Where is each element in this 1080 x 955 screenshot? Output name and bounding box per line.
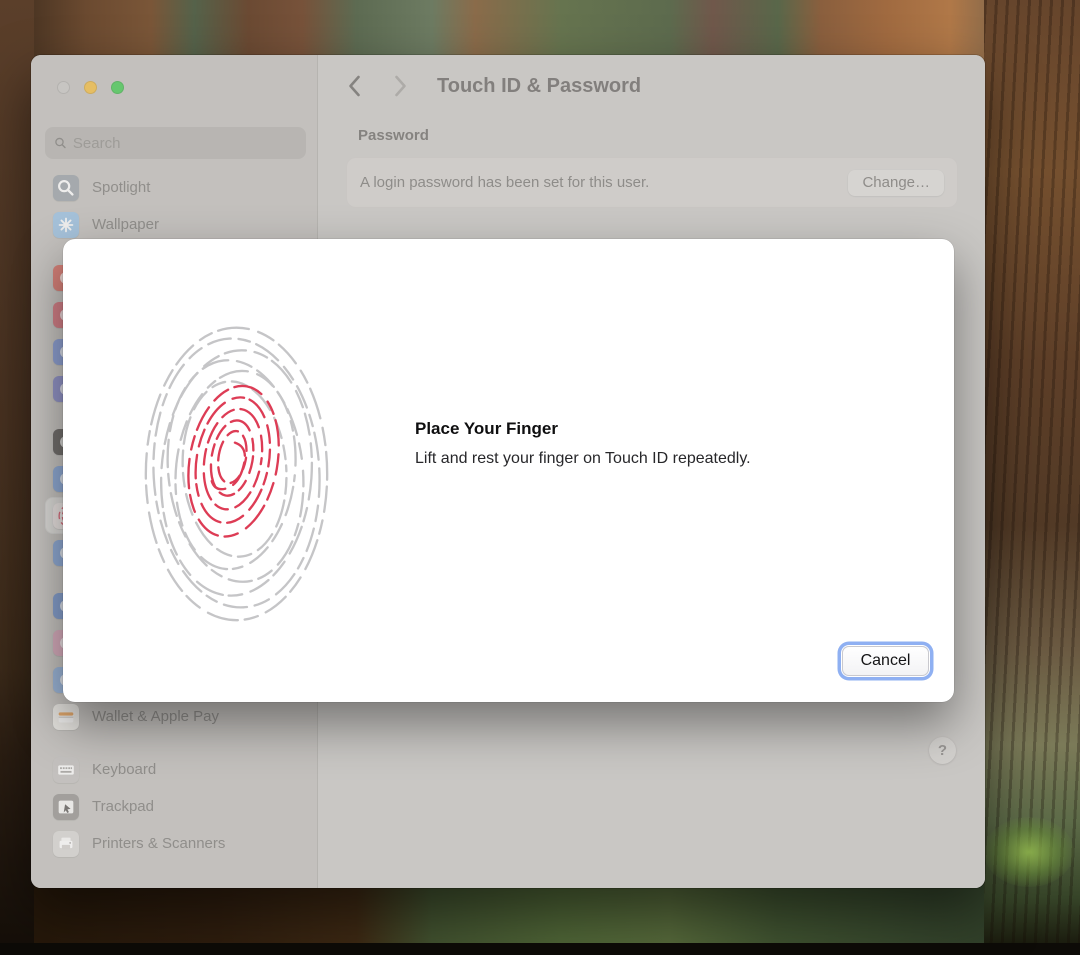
spotlight-icon bbox=[53, 175, 79, 201]
password-section-label: Password bbox=[358, 127, 429, 144]
traffic-lights bbox=[57, 81, 124, 94]
cancel-button[interactable]: Cancel bbox=[842, 646, 929, 676]
wallpaper-fern bbox=[984, 817, 1074, 887]
forward-button[interactable] bbox=[388, 73, 412, 99]
wallet-icon bbox=[53, 704, 79, 730]
search-field[interactable] bbox=[45, 127, 306, 159]
wallpaper-right-trunk bbox=[984, 0, 1080, 955]
fingerprint-enrolled-ridges bbox=[177, 379, 290, 544]
page-title: Touch ID & Password bbox=[437, 75, 641, 98]
help-button[interactable]: ? bbox=[929, 737, 956, 764]
sidebar-item-label: Printers & Scanners bbox=[92, 835, 225, 852]
touch-id-enroll-dialog: Place Your Finger Lift and rest your fin… bbox=[63, 239, 954, 702]
chevron-left-icon bbox=[348, 75, 361, 97]
sidebar-item-trackpad[interactable]: Trackpad bbox=[45, 788, 306, 825]
sidebar-item-wallet[interactable]: Wallet & Apple Pay bbox=[45, 698, 306, 735]
trackpad-icon bbox=[53, 794, 79, 820]
password-status-text: A login password has been set for this u… bbox=[360, 174, 848, 191]
sidebar-item-label: Wallet & Apple Pay bbox=[92, 708, 219, 725]
chevron-right-icon bbox=[394, 75, 407, 97]
keyboard-icon bbox=[53, 757, 79, 783]
sidebar-item-wallpaper[interactable]: Wallpaper bbox=[45, 206, 306, 243]
wallpaper-icon bbox=[53, 212, 79, 238]
fingerprint-outer-ridges bbox=[146, 328, 327, 621]
desktop: Spotlight Wallpaper Wallet & Apple Pay Keyb… bbox=[0, 0, 1080, 955]
sidebar-item-label: Trackpad bbox=[92, 798, 154, 815]
sidebar-item-label: Wallpaper bbox=[92, 216, 159, 233]
dialog-title: Place Your Finger bbox=[415, 419, 558, 439]
sidebar-item-spotlight[interactable]: Spotlight bbox=[45, 169, 306, 206]
sidebar-item-label: Spotlight bbox=[92, 179, 150, 196]
close-button[interactable] bbox=[57, 81, 70, 94]
fingerprint-icon bbox=[139, 315, 334, 627]
search-input[interactable] bbox=[73, 135, 297, 152]
password-card: A login password has been set for this u… bbox=[346, 157, 958, 208]
nav-controls bbox=[342, 73, 412, 99]
back-button[interactable] bbox=[342, 73, 366, 99]
search-icon bbox=[54, 136, 67, 150]
wallpaper-bottom-bar bbox=[0, 943, 1080, 955]
change-password-button[interactable]: Change… bbox=[848, 170, 944, 196]
wallpaper-left-trunk bbox=[0, 0, 34, 955]
sidebar-item-keyboard[interactable]: Keyboard bbox=[45, 751, 306, 788]
sidebar-item-printer[interactable]: Printers & Scanners bbox=[45, 825, 306, 862]
dialog-message: Lift and rest your finger on Touch ID re… bbox=[415, 450, 751, 468]
minimize-button[interactable] bbox=[84, 81, 97, 94]
printer-icon bbox=[53, 831, 79, 857]
zoom-button[interactable] bbox=[111, 81, 124, 94]
sidebar-item-label: Keyboard bbox=[92, 761, 156, 778]
